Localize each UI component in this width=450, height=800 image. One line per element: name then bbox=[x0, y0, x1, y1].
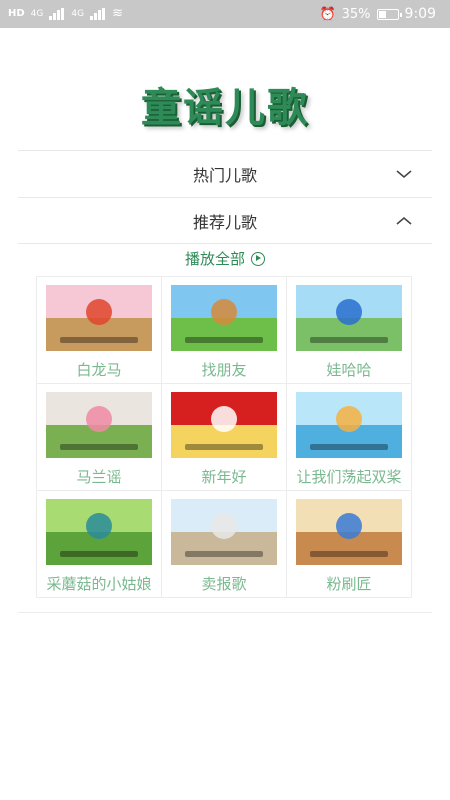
song-thumbnail bbox=[296, 499, 402, 565]
song-thumbnail bbox=[46, 392, 152, 458]
song-thumbnail bbox=[296, 285, 402, 351]
section-recommended-songs[interactable]: 推荐儿歌 bbox=[18, 198, 432, 244]
song-card[interactable]: 娃哈哈 bbox=[287, 277, 412, 384]
song-thumbnail bbox=[296, 392, 402, 458]
divider bbox=[18, 243, 432, 244]
section-hot-songs[interactable]: 热门儿歌 bbox=[18, 151, 432, 197]
wifi-icon: ≋ bbox=[112, 6, 123, 21]
divider bbox=[18, 612, 432, 613]
section-label: 热门儿歌 bbox=[192, 166, 257, 185]
song-title: 新年好 bbox=[201, 468, 247, 486]
network-label-1: 4G bbox=[30, 8, 44, 19]
alarm-icon: ⏰ bbox=[319, 6, 336, 22]
battery-icon bbox=[376, 8, 402, 20]
play-all-label: 播放全部 bbox=[184, 250, 245, 268]
status-right: ⏰ 35% 9:09 bbox=[319, 6, 436, 22]
section-label: 推荐儿歌 bbox=[192, 213, 257, 232]
song-title: 卖报歌 bbox=[201, 575, 247, 593]
song-card[interactable]: 让我们荡起双桨 bbox=[287, 384, 412, 491]
status-left: HD 4G 4G ≋ bbox=[8, 6, 123, 21]
signal-icon bbox=[90, 7, 106, 20]
song-grid: 白龙马 找朋友 娃哈哈马兰谣 新年好 让我们荡起双桨采蘑菇的小姑娘 卖报歌 粉刷匠 bbox=[36, 276, 412, 598]
song-thumbnail bbox=[46, 285, 152, 351]
song-thumbnail bbox=[171, 392, 277, 458]
song-title: 白龙马 bbox=[76, 361, 122, 379]
song-card[interactable]: 找朋友 bbox=[162, 277, 287, 384]
hd-indicator: HD bbox=[8, 8, 25, 19]
song-thumbnail bbox=[171, 285, 277, 351]
song-thumbnail bbox=[46, 499, 152, 565]
signal-icon bbox=[49, 7, 65, 20]
chevron-down-icon bbox=[396, 170, 412, 178]
battery-percent: 35% bbox=[341, 6, 371, 22]
chevron-up-icon bbox=[396, 217, 412, 225]
song-title: 娃哈哈 bbox=[326, 361, 372, 379]
song-card[interactable]: 粉刷匠 bbox=[287, 491, 412, 598]
song-card[interactable]: 新年好 bbox=[162, 384, 287, 491]
song-thumbnail bbox=[171, 499, 277, 565]
clock: 9:09 bbox=[404, 6, 436, 22]
song-title: 找朋友 bbox=[201, 361, 247, 379]
song-title: 采蘑菇的小姑娘 bbox=[46, 575, 152, 593]
play-circle-icon bbox=[251, 251, 265, 266]
song-title: 让我们荡起双桨 bbox=[296, 468, 402, 486]
status-bar: HD 4G 4G ≋ ⏰ 35% 9:09 bbox=[0, 0, 450, 28]
play-all-button[interactable]: 播放全部 bbox=[0, 248, 450, 269]
song-card[interactable]: 马兰谣 bbox=[37, 384, 162, 491]
network-label-2: 4G bbox=[71, 8, 85, 19]
song-card[interactable]: 卖报歌 bbox=[162, 491, 287, 598]
song-title: 粉刷匠 bbox=[326, 575, 372, 593]
song-card[interactable]: 采蘑菇的小姑娘 bbox=[37, 491, 162, 598]
song-card[interactable]: 白龙马 bbox=[37, 277, 162, 384]
app-title: 童谣儿歌 bbox=[141, 84, 309, 131]
song-title: 马兰谣 bbox=[76, 468, 122, 486]
